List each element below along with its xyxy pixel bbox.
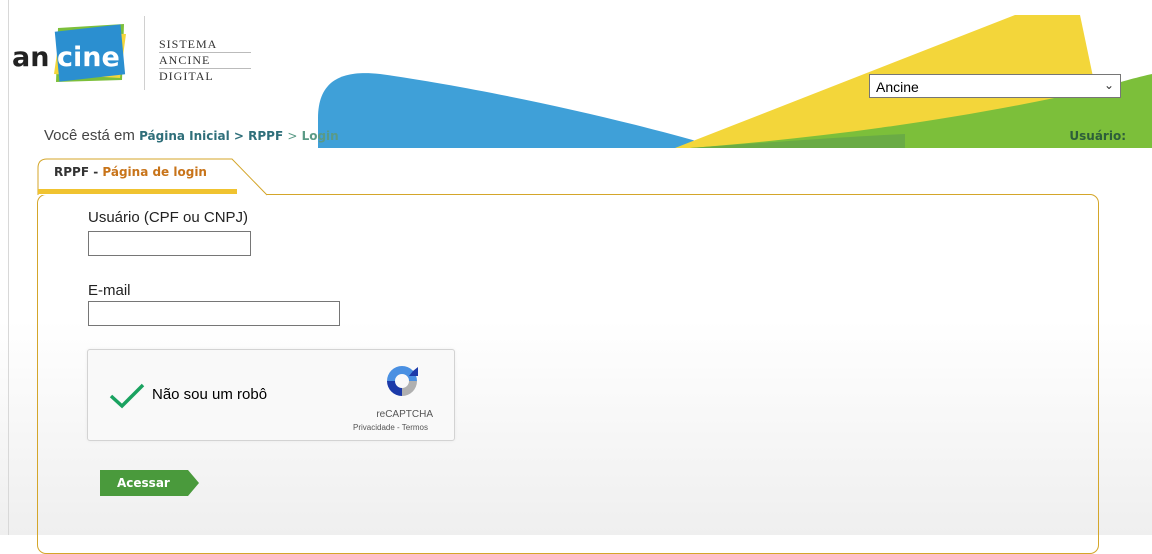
email-input[interactable] — [88, 301, 340, 326]
breadcrumb-rppf-link[interactable]: RPPF — [248, 129, 283, 143]
system-title-line-3: DIGITAL — [159, 69, 214, 83]
breadcrumb-prefix: Você está em — [44, 127, 135, 144]
svg-text:cine: cine — [57, 42, 120, 73]
recaptcha-brand: reCAPTCHA — [376, 409, 433, 420]
recaptcha-logo-icon — [387, 366, 418, 396]
user-label: Usuário: — [1069, 129, 1126, 143]
breadcrumb-separator: > — [287, 129, 298, 143]
checkmark-icon[interactable] — [109, 383, 145, 409]
recaptcha-widget[interactable]: Não sou um robô reCAPTCHA Privacidade - … — [87, 349, 455, 441]
panel-tab-title: RPPF - Página de login — [54, 165, 207, 179]
recaptcha-links: Privacidade - Termos — [352, 423, 428, 432]
logo-separator — [144, 16, 145, 90]
svg-text:an: an — [12, 42, 49, 73]
user-field-label: Usuário (CPF ou CNPJ) — [88, 209, 249, 226]
recaptcha-label: Não sou um robô — [152, 386, 268, 403]
breadcrumb-current: Login — [301, 129, 339, 143]
panel-tab-prefix: RPPF - — [54, 165, 99, 179]
system-title: SISTEMA ANCINE DIGITAL — [159, 38, 251, 85]
breadcrumb-separator: > — [233, 129, 244, 143]
system-title-line-2: ANCINE — [159, 54, 251, 69]
organization-select[interactable]: Ancine ⌄ — [869, 74, 1121, 98]
breadcrumb: Você está em Página Inicial > RPPF > Log… — [44, 127, 339, 144]
email-field-label: E-mail — [88, 282, 131, 299]
user-cpf-cnpj-input[interactable] — [88, 231, 251, 256]
recaptcha-terms-link[interactable]: Termos — [402, 423, 428, 432]
chevron-down-icon: ⌄ — [1103, 78, 1114, 92]
breadcrumb-home-link[interactable]: Página Inicial — [139, 129, 230, 143]
panel-tab-name: Página de login — [102, 165, 207, 179]
submit-button-label[interactable]: Acessar — [117, 476, 170, 490]
ancine-logo: an cine — [12, 24, 126, 82]
system-title-line-1: SISTEMA — [159, 38, 251, 53]
organization-select-value: Ancine — [876, 79, 919, 95]
recaptcha-privacy-link[interactable]: Privacidade — [353, 423, 395, 432]
